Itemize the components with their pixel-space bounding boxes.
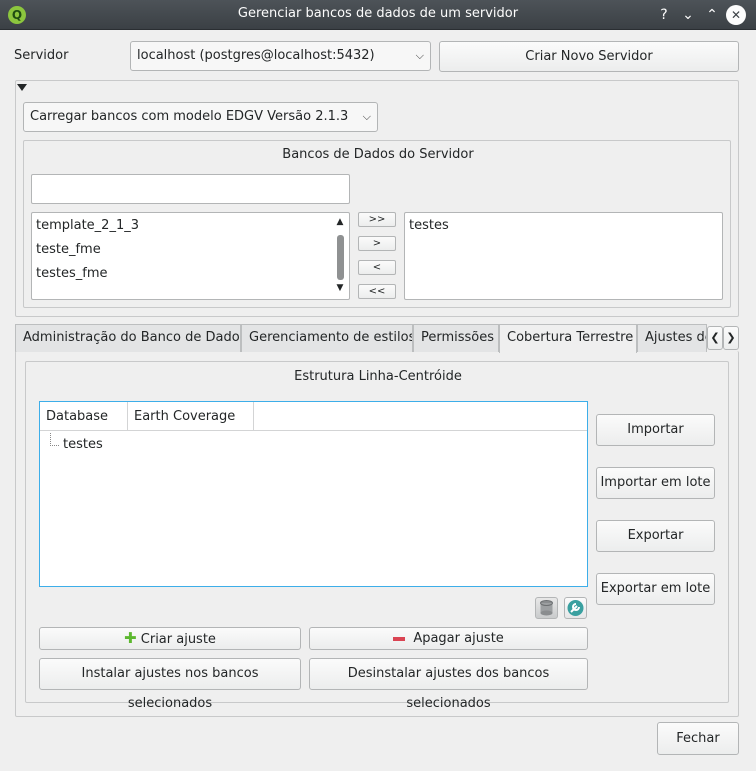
import-button[interactable]: Importar [596,414,715,446]
export-button[interactable]: Exportar [596,520,715,552]
tab-permissions[interactable]: Permissões [413,324,499,352]
scroll-up-icon[interactable]: ▲ [334,217,346,227]
tab-scroll-left-icon[interactable]: ❮ [707,326,723,350]
chevron-down-icon: ⌵ [415,49,424,62]
tree-branch-line [50,433,59,446]
database-icon-glyph [540,600,553,616]
tree-row[interactable]: testes [63,437,103,452]
title-bar: Q Gerenciar bancos de dados de um servid… [0,0,756,30]
list-item[interactable]: testes [409,218,449,233]
available-databases-list[interactable]: template_2_1_3 teste_fme testes_fme ▲ ▼ [31,212,350,300]
uninstall-settings-button[interactable]: Desinstalar ajustes dos bancos seleciona… [309,658,588,711]
plus-icon: ✚ [124,629,137,647]
help-icon[interactable]: ? [654,5,674,25]
wrench-icon-glyph [567,600,584,616]
minimize-icon[interactable]: ⌄ [678,5,698,25]
tab-style-management[interactable]: Gerenciamento de estilos [241,324,413,352]
install-settings-button[interactable]: Instalar ajustes nos bancos selecionados [39,658,301,711]
chevron-down-icon: ⌵ [362,110,371,123]
close-icon[interactable]: ✕ [726,5,746,25]
delete-setting-button[interactable]: Apagar ajuste [309,627,588,650]
database-icon[interactable] [535,597,558,619]
minus-icon [393,636,406,641]
server-combo[interactable]: localhost (postgres@localhost:5432) ⌵ [130,41,431,71]
model-combo[interactable]: Carregar bancos com modelo EDGV Versão 2… [23,102,378,132]
database-filter-input[interactable] [31,174,350,204]
column-header-earth-coverage[interactable]: Earth Coverage [128,402,254,431]
server-combo-value: localhost (postgres@localhost:5432) [137,48,375,63]
move-right-button[interactable]: > [358,236,396,251]
server-databases-title: Bancos de Dados do Servidor [282,147,474,162]
create-setting-button[interactable]: ✚ Criar ajuste [39,627,301,650]
column-header-database[interactable]: Database [40,402,128,431]
scroll-down-icon[interactable]: ▼ [334,283,346,293]
move-all-left-button[interactable]: << [358,284,396,299]
scrollbar-thumb[interactable] [337,235,344,280]
move-left-button[interactable]: < [358,260,396,275]
line-centroid-title: Estrutura Linha-Centróide [294,369,462,384]
collapse-arrow-icon[interactable] [17,84,27,91]
server-label: Servidor [14,48,69,63]
list-scrollbar[interactable]: ▲ ▼ [334,217,346,295]
maximize-icon[interactable]: ⌃ [702,5,722,25]
list-item[interactable]: testes_fme [36,266,107,281]
create-server-button[interactable]: Criar Novo Servidor [439,41,739,72]
batch-import-button[interactable]: Importar em lote [596,467,715,499]
tab-database-administration[interactable]: Administração do Banco de Dados [15,324,241,352]
close-button[interactable]: Fechar [657,722,739,755]
wrench-icon[interactable] [564,597,587,619]
coverage-tree[interactable]: Database Earth Coverage testes [39,401,588,587]
tab-scroll-right-icon[interactable]: ❯ [723,326,739,350]
tab-earth-coverage[interactable]: Cobertura Terrestre [499,324,637,353]
tab-settings[interactable]: Ajustes de B [637,324,707,352]
tree-header: Database Earth Coverage [40,402,587,431]
selected-databases-list[interactable]: testes [404,212,723,300]
batch-export-button[interactable]: Exportar em lote [596,573,715,605]
list-item[interactable]: template_2_1_3 [36,218,139,233]
move-all-right-button[interactable]: >> [358,212,396,227]
model-combo-value: Carregar bancos com modelo EDGV Versão 2… [30,109,349,124]
window-title: Gerenciar bancos de dados de um servidor [237,6,519,21]
list-item[interactable]: teste_fme [36,242,101,257]
